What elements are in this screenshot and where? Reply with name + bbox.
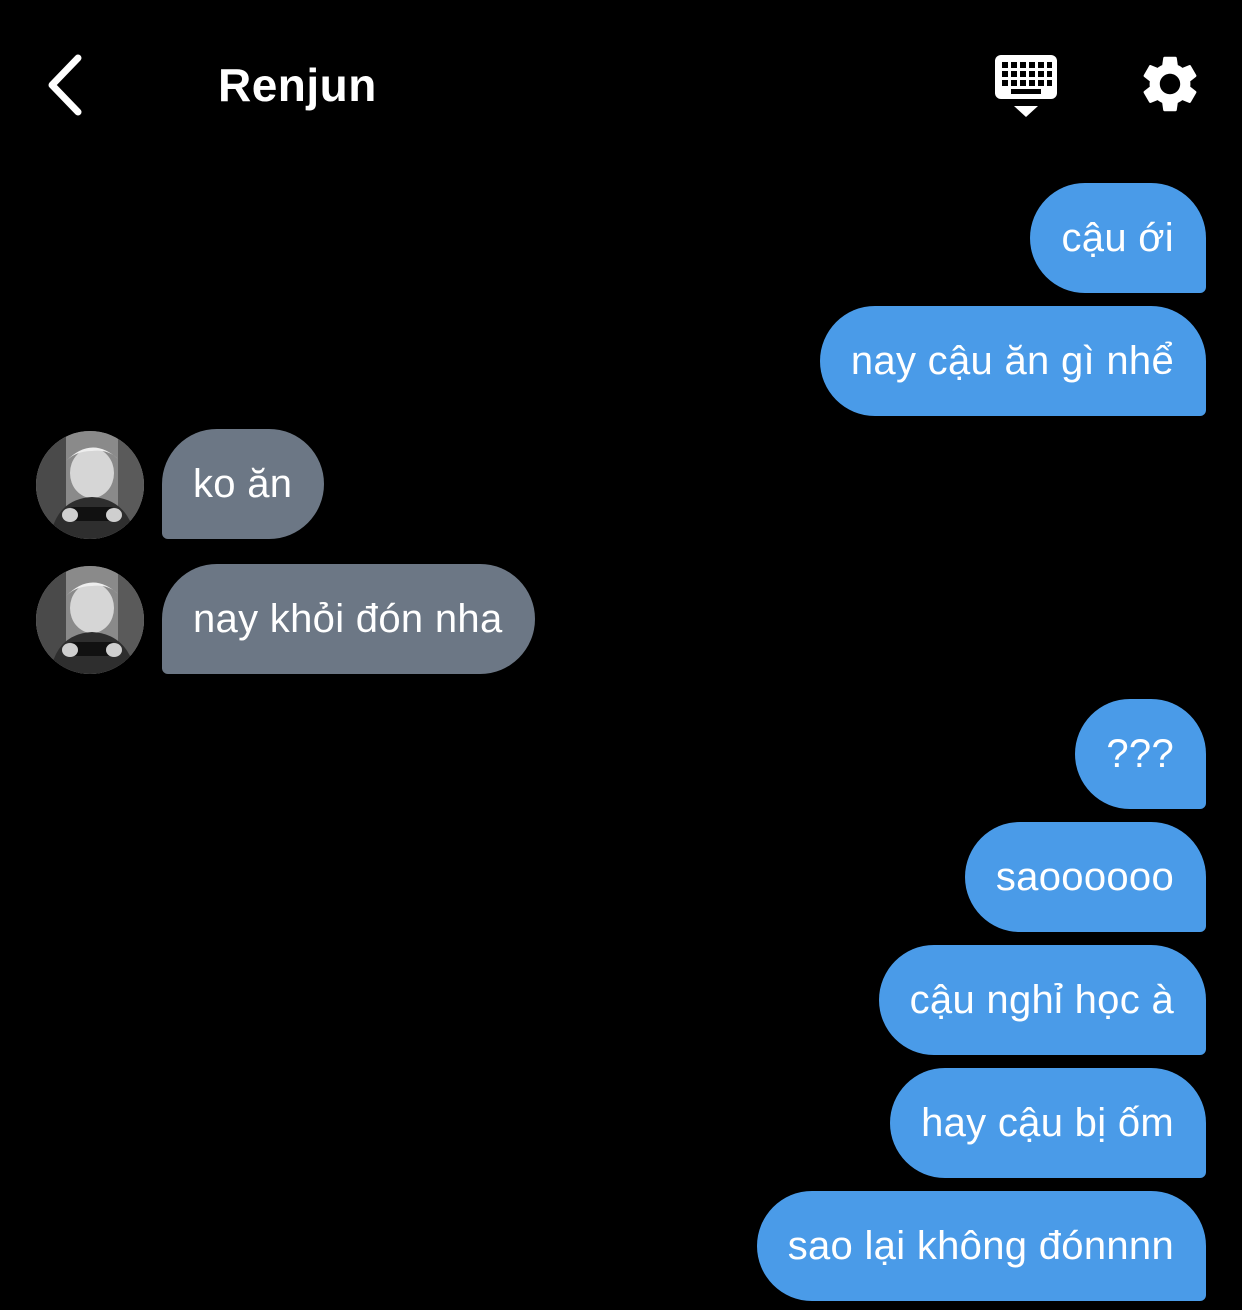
message-bubble-incoming[interactable]: ko ăn [162,429,325,539]
message-thread: cậu ới nay cậu ăn gì nhể ko ăn nay khỏi … [0,0,1242,1310]
message-bubble-outgoing[interactable]: cậu nghỉ học à [878,945,1206,1055]
message-bubble-outgoing[interactable]: sao lại không đónnnn [756,1191,1206,1301]
message-bubble-outgoing[interactable]: ??? [1075,699,1206,809]
contact-photo [36,431,144,539]
message-bubble-outgoing[interactable]: hay cậu bị ốm [890,1068,1206,1178]
message-bubble-outgoing[interactable]: nay cậu ăn gì nhể [819,306,1206,416]
avatar[interactable] [36,566,144,674]
avatar[interactable] [36,431,144,539]
message-bubble-outgoing[interactable]: cậu ới [1030,183,1206,293]
message-bubble-incoming[interactable]: nay khỏi đón nha [162,564,535,674]
message-bubble-outgoing[interactable]: saoooooo [964,822,1206,932]
contact-photo [36,566,144,674]
